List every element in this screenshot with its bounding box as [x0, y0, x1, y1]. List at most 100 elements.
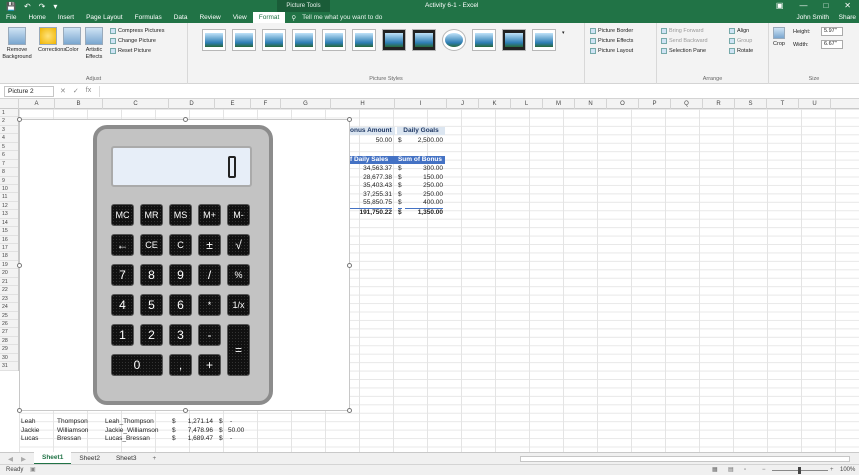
- gallery-more-icon[interactable]: ▾: [562, 29, 565, 37]
- resize-handle[interactable]: [347, 408, 352, 413]
- width-input[interactable]: 6.67": [821, 40, 843, 49]
- tell-me-search[interactable]: Tell me what you want to do: [302, 14, 382, 21]
- key-mr[interactable]: MR: [140, 204, 163, 226]
- key-equals[interactable]: =: [227, 324, 250, 376]
- zoom-out-icon[interactable]: −: [762, 465, 766, 475]
- column-header[interactable]: J: [447, 99, 479, 109]
- user-name[interactable]: John Smith: [796, 14, 829, 21]
- column-header[interactable]: F: [251, 99, 281, 109]
- row-header[interactable]: 22: [0, 286, 18, 295]
- row-header[interactable]: 28: [0, 337, 18, 346]
- style-thumbnail[interactable]: [292, 29, 316, 51]
- row-header[interactable]: 30: [0, 354, 18, 363]
- save-icon[interactable]: 💾: [6, 2, 16, 11]
- scroll-right-icon[interactable]: ▶: [21, 455, 34, 463]
- minimize-icon[interactable]: —: [799, 0, 807, 12]
- resize-handle[interactable]: [17, 117, 22, 122]
- column-header[interactable]: H: [331, 99, 395, 109]
- tab-view[interactable]: View: [227, 12, 253, 23]
- key-2[interactable]: 2: [140, 324, 163, 346]
- worksheet-grid[interactable]: A B C D E F G H I J K L M N O P Q R S T …: [0, 99, 859, 452]
- column-header[interactable]: T: [767, 99, 799, 109]
- key-6[interactable]: 6: [169, 294, 192, 316]
- key-comma[interactable]: ,: [169, 354, 192, 376]
- row-header[interactable]: 4: [0, 134, 18, 143]
- row-header[interactable]: 6: [0, 151, 18, 160]
- tab-formulas[interactable]: Formulas: [129, 12, 168, 23]
- style-thumbnail[interactable]: [262, 29, 286, 51]
- key-percent[interactable]: %: [227, 264, 250, 286]
- column-header[interactable]: P: [639, 99, 671, 109]
- undo-icon[interactable]: ↶: [24, 2, 31, 11]
- row-header[interactable]: 12: [0, 202, 18, 211]
- picture-effects-button[interactable]: Picture Effects: [590, 37, 633, 45]
- crop-button[interactable]: Crop: [771, 27, 787, 48]
- style-thumbnail[interactable]: [352, 29, 376, 51]
- page-layout-view-icon[interactable]: ▤: [728, 465, 734, 475]
- normal-view-icon[interactable]: ▦: [712, 465, 718, 475]
- remove-background-button[interactable]: Remove Background: [2, 27, 32, 61]
- column-header[interactable]: B: [55, 99, 103, 109]
- rotate-button[interactable]: Rotate: [729, 47, 753, 55]
- row-header[interactable]: 3: [0, 126, 18, 135]
- row-header[interactable]: 1: [0, 109, 18, 118]
- row-header[interactable]: 10: [0, 185, 18, 194]
- tab-review[interactable]: Review: [193, 12, 226, 23]
- style-thumbnail[interactable]: [472, 29, 496, 51]
- column-header[interactable]: E: [215, 99, 251, 109]
- row-header[interactable]: 20: [0, 269, 18, 278]
- key-backspace[interactable]: ←: [111, 234, 134, 256]
- height-input[interactable]: 5.97": [821, 27, 843, 36]
- zoom-level[interactable]: 100%: [840, 465, 855, 475]
- key-multiply[interactable]: *: [198, 294, 221, 316]
- resize-handle[interactable]: [347, 117, 352, 122]
- tab-file[interactable]: File: [0, 12, 22, 23]
- maximize-icon[interactable]: □: [823, 0, 828, 12]
- tab-sheet2[interactable]: Sheet2: [71, 453, 108, 464]
- row-header[interactable]: 26: [0, 320, 18, 329]
- key-plus[interactable]: +: [198, 354, 221, 376]
- key-3[interactable]: 3: [169, 324, 192, 346]
- key-7[interactable]: 7: [111, 264, 134, 286]
- scroll-left-icon[interactable]: ◀: [0, 455, 21, 463]
- column-header[interactable]: R: [703, 99, 735, 109]
- reset-picture-button[interactable]: Reset Picture: [110, 47, 151, 55]
- column-header[interactable]: Q: [671, 99, 703, 109]
- column-header[interactable]: D: [169, 99, 215, 109]
- key-0[interactable]: 0: [111, 354, 163, 376]
- column-header[interactable]: A: [19, 99, 55, 109]
- key-ce[interactable]: CE: [140, 234, 163, 256]
- row-header[interactable]: 11: [0, 193, 18, 202]
- page-break-view-icon[interactable]: ▫: [744, 465, 746, 475]
- key-m-plus[interactable]: M+: [198, 204, 221, 226]
- style-thumbnail[interactable]: [532, 29, 556, 51]
- key-1[interactable]: 1: [111, 324, 134, 346]
- key-5[interactable]: 5: [140, 294, 163, 316]
- column-header[interactable]: I: [395, 99, 447, 109]
- resize-handle[interactable]: [183, 117, 188, 122]
- resize-handle[interactable]: [347, 263, 352, 268]
- key-8[interactable]: 8: [140, 264, 163, 286]
- name-box[interactable]: Picture 2: [4, 85, 54, 97]
- column-header[interactable]: N: [575, 99, 607, 109]
- style-thumbnail[interactable]: [412, 29, 436, 51]
- zoom-in-icon[interactable]: +: [830, 465, 834, 475]
- row-header[interactable]: 5: [0, 143, 18, 152]
- row-header[interactable]: 13: [0, 210, 18, 219]
- key-4[interactable]: 4: [111, 294, 134, 316]
- corrections-button[interactable]: Corrections: [38, 27, 66, 54]
- tab-home[interactable]: Home: [22, 12, 51, 23]
- color-button[interactable]: Color: [62, 27, 82, 54]
- tab-data[interactable]: Data: [168, 12, 194, 23]
- cancel-icon[interactable]: ✕: [60, 87, 66, 95]
- resize-handle[interactable]: [17, 263, 22, 268]
- row-header[interactable]: 25: [0, 312, 18, 320]
- row-header[interactable]: 24: [0, 303, 18, 312]
- row-header[interactable]: 23: [0, 295, 18, 304]
- group-button[interactable]: Group: [729, 37, 752, 45]
- row-header[interactable]: 14: [0, 219, 18, 228]
- key-c[interactable]: C: [169, 234, 192, 256]
- row-header[interactable]: 27: [0, 328, 18, 337]
- row-header[interactable]: 8: [0, 168, 18, 177]
- bring-forward-button[interactable]: Bring Forward: [661, 27, 704, 35]
